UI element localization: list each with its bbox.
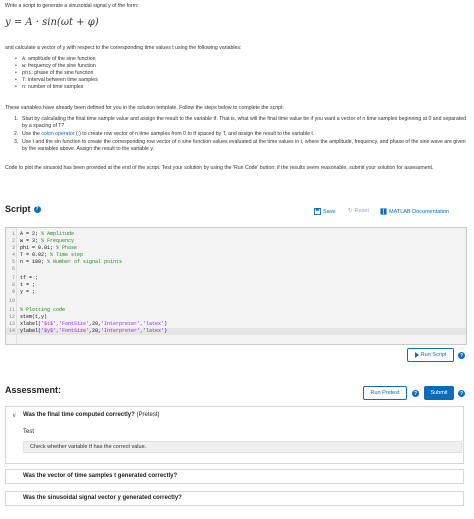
test-panel-2[interactable]: Was the vector of time samples t generat… xyxy=(5,469,464,484)
test-title[interactable]: Was the sinusoidal signal vector y gener… xyxy=(23,495,182,501)
code-line[interactable]: 11% Plotting code xyxy=(6,307,466,314)
code-note: Code to plot the sinusoid has been provi… xyxy=(5,165,434,171)
code-line[interactable]: 9y = ; xyxy=(6,289,466,296)
matlab-documentation-button[interactable]: MATLAB Documentation xyxy=(380,208,449,215)
assessment-title: Assessment: xyxy=(5,385,62,395)
steps-list: 1. Start by calculating the final time sa… xyxy=(8,116,468,154)
code-line[interactable]: 2w = 3; % Frequency xyxy=(6,238,466,245)
list-item: 3. Use t and the sin function to create t… xyxy=(14,139,466,152)
help-icon[interactable]: ? xyxy=(33,205,41,213)
save-icon xyxy=(314,208,321,215)
code-editor[interactable]: 1A = 2; % Amplitude 2w = 3; % Frequency … xyxy=(5,227,467,345)
list-item: T: interval between time samples xyxy=(14,77,98,84)
list-item: w: frequency of the sine function xyxy=(14,63,98,70)
script-title: Script xyxy=(5,204,31,214)
play-icon xyxy=(414,352,419,358)
test-title[interactable]: Was the final time computed correctly? (… xyxy=(23,412,160,418)
code-line[interactable]: 6 xyxy=(6,266,466,273)
test-label: Test xyxy=(23,429,35,435)
list-item: 2. Use the colon operator (:) to create r… xyxy=(14,131,315,137)
code-line[interactable]: 12 stem(t,y) xyxy=(6,314,466,321)
variable-list: A: amplitude of the sine function w: fre… xyxy=(14,56,98,91)
colon-operator-link[interactable]: colon operator xyxy=(41,131,74,137)
test-description: Check whether variable tf has the correc… xyxy=(23,441,462,453)
code-line[interactable]: 5n = 100; % Number of signal points xyxy=(6,259,466,266)
list-item: n: number of time samples xyxy=(14,84,98,91)
run-script-label: Run Script xyxy=(420,352,447,358)
list-item: phi: phase of the sine function xyxy=(14,70,98,77)
test-panel-1[interactable]: ∨ Was the final time computed correctly?… xyxy=(5,406,464,464)
run-pretest-button[interactable]: Run Pretest xyxy=(363,386,407,400)
list-item: 1. Start by calculating the final time sa… xyxy=(14,116,466,129)
script-header: Script ? xyxy=(5,204,41,214)
save-label: Save xyxy=(323,208,336,215)
reset-icon: ↻ xyxy=(348,208,353,214)
save-button[interactable]: Save xyxy=(314,208,336,215)
test-title[interactable]: Was the vector of time samples t generat… xyxy=(23,473,177,479)
help-icon[interactable]: ? xyxy=(412,390,419,397)
list-item: A: amplitude of the sine function xyxy=(14,56,98,63)
documentation-label: MATLAB Documentation xyxy=(389,208,450,215)
reset-button[interactable]: ↻ Reset xyxy=(348,208,369,214)
chevron-down-icon[interactable]: ∨ xyxy=(12,412,16,419)
code-line[interactable]: 8t = ; xyxy=(6,282,466,289)
code-line[interactable]: 7 tf = ; xyxy=(6,275,466,282)
pretest-tag: (Pretest) xyxy=(136,412,160,418)
code-line[interactable]: 1A = 2; % Amplitude xyxy=(6,231,466,238)
code-line[interactable]: 3 phi = 0.01; % Phase xyxy=(6,245,466,252)
code-line[interactable]: 4T = 0.02; % Time step xyxy=(6,252,466,259)
test-panel-3[interactable]: Was the sinusoidal signal vector y gener… xyxy=(5,491,464,506)
submit-button[interactable]: Submit xyxy=(424,386,454,400)
defined-text: These variables have already been define… xyxy=(5,105,284,111)
calc-text: and calculate a vector of y with respect… xyxy=(5,45,242,51)
reset-label: Reset xyxy=(354,208,369,214)
formula: y = A · sin(ωt + φ) xyxy=(5,17,99,28)
code-line[interactable]: 13 xlabel('$t$','FontSize',20,'Interprete… xyxy=(6,321,466,328)
book-icon xyxy=(380,208,387,215)
run-script-button[interactable]: Run Script xyxy=(407,348,454,362)
intro-text: Write a script to generate a sinusoidal … xyxy=(5,3,139,9)
code-line[interactable]: 10 xyxy=(6,298,466,305)
help-icon[interactable]: ? xyxy=(458,352,465,359)
help-icon[interactable]: ? xyxy=(458,390,465,397)
code-line[interactable]: 14 ylabel('$y$','FontSize',20,'Interprete… xyxy=(6,328,466,335)
